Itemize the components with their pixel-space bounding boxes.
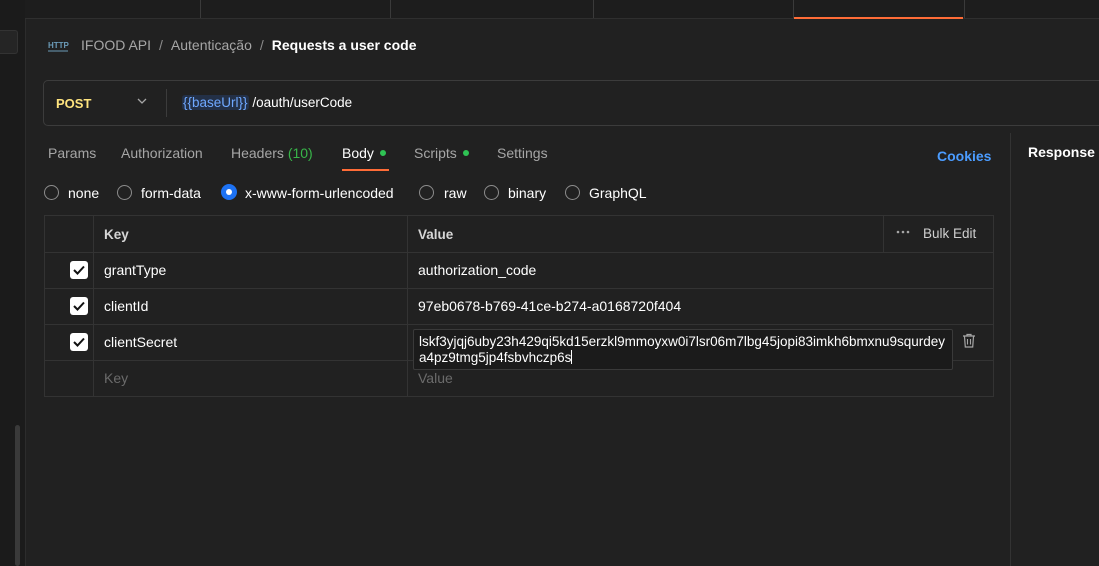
left-sidebar-edge — [0, 0, 26, 566]
breadcrumb-separator: / — [159, 37, 163, 53]
svg-text:HTTP: HTTP — [48, 41, 69, 50]
response-title: Response — [1028, 144, 1095, 160]
row-checkbox[interactable] — [70, 261, 88, 279]
http-icon: HTTP — [48, 41, 69, 52]
headers-count: (10) — [287, 145, 313, 161]
tab-headers-label: Headers — [231, 145, 284, 161]
checkmark-icon — [73, 265, 85, 275]
tab-scripts-label: Scripts — [414, 145, 457, 161]
breadcrumb-separator: / — [259, 37, 264, 53]
cookies-link[interactable]: Cookies — [937, 148, 991, 164]
tab-separator — [593, 0, 594, 18]
method-selector[interactable]: POST — [56, 96, 91, 111]
row-checkbox[interactable] — [70, 297, 88, 315]
pane-divider[interactable] — [1010, 133, 1011, 566]
radio-label-raw[interactable]: raw — [444, 185, 467, 201]
text-caret — [571, 350, 573, 364]
trash-icon[interactable] — [962, 333, 976, 348]
url-path: /oauth/userCode — [252, 95, 353, 110]
tab-authorization[interactable]: Authorization — [121, 145, 203, 161]
column-divider — [883, 216, 884, 252]
value-editor[interactable]: lskf3yjqj6uby23h429qi5kd15erzkl9mmoyxw0i… — [413, 329, 953, 370]
tab-separator — [390, 0, 391, 18]
radio-label-none[interactable]: none — [68, 185, 99, 201]
params-table: Key Value Bulk Edit grantType authorizat… — [44, 215, 994, 397]
tab-headers[interactable]: Headers (10) — [231, 145, 313, 161]
key-column-header: Key — [104, 227, 129, 242]
row-key[interactable]: clientId — [104, 298, 148, 314]
tab-scripts[interactable]: Scripts — [414, 145, 469, 161]
row-key[interactable]: grantType — [104, 262, 166, 278]
url-input[interactable]: {{baseUrl}} /oauth/userCode — [182, 95, 352, 110]
row-divider — [45, 252, 993, 253]
breadcrumb: IFOOD API / Autenticação / Requests a user c… — [81, 37, 416, 53]
radio-label-x-www-form-urlencoded[interactable]: x-www-form-urlencoded — [245, 185, 394, 201]
tab-separator — [200, 0, 201, 18]
radio-label-form-data[interactable]: form-data — [141, 185, 201, 201]
active-tab-indicator — [342, 169, 389, 171]
radio-raw[interactable] — [419, 185, 434, 200]
chevron-down-icon[interactable] — [136, 95, 148, 107]
column-divider — [407, 216, 408, 396]
radio-label-graphql[interactable]: GraphQL — [589, 185, 647, 201]
status-dot — [379, 150, 386, 156]
tab-params[interactable]: Params — [48, 145, 96, 161]
row-key[interactable]: clientSecret — [104, 334, 177, 350]
tab-body-label: Body — [342, 145, 374, 161]
row-divider — [45, 324, 993, 325]
active-request-tab-indicator — [794, 17, 963, 19]
url-variable: {{baseUrl}} — [182, 95, 249, 110]
request-name[interactable]: Requests a user code — [272, 37, 417, 53]
checkmark-icon — [73, 301, 85, 311]
client-secret-value: lskf3yjqj6uby23h429qi5kd15erzkl9mmoyxw0i… — [419, 334, 946, 365]
tab-settings[interactable]: Settings — [497, 145, 548, 161]
divider — [166, 89, 167, 117]
value-column-header: Value — [418, 227, 454, 242]
new-value-input[interactable]: Value — [418, 370, 453, 386]
row-checkbox[interactable] — [70, 333, 88, 351]
radio-x-www-form-urlencoded[interactable] — [221, 184, 237, 200]
column-divider — [93, 216, 94, 396]
tab-body[interactable]: Body — [342, 145, 386, 161]
more-icon[interactable] — [896, 229, 910, 235]
new-key-input[interactable]: Key — [104, 370, 128, 386]
row-value[interactable]: authorization_code — [418, 262, 536, 278]
breadcrumb-collection[interactable]: IFOOD API — [81, 37, 151, 53]
status-dot — [462, 150, 469, 156]
tab-separator — [793, 0, 794, 18]
url-bar: POST {{baseUrl}} /oauth/userCode — [43, 80, 1099, 126]
radio-graphql[interactable] — [565, 185, 580, 200]
sidebar-scrollbar[interactable] — [15, 425, 20, 566]
checkmark-icon — [73, 337, 85, 347]
row-divider — [45, 288, 993, 289]
tab-separator — [964, 0, 965, 18]
radio-none[interactable] — [44, 185, 59, 200]
radio-label-binary[interactable]: binary — [508, 185, 546, 201]
radio-form-data[interactable] — [117, 185, 132, 200]
breadcrumb-folder[interactable]: Autenticação — [171, 37, 252, 53]
sidebar-collapsed-control[interactable] — [0, 30, 18, 54]
row-value[interactable]: 97eb0678-b769-41ce-b274-a0168720f404 — [418, 298, 681, 314]
row-value: lskf3yjqj6uby23h429qi5kd15erzkl9mmoyxw0i… — [419, 334, 947, 366]
radio-binary[interactable] — [484, 185, 499, 200]
bulk-edit-button[interactable]: Bulk Edit — [923, 226, 976, 241]
